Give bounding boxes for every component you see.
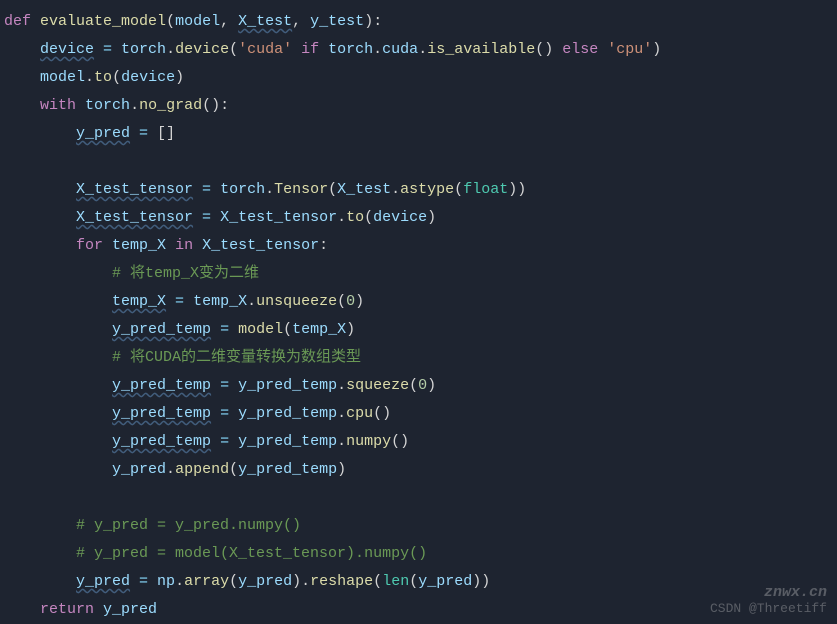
code-line: y_pred.append(y_pred_temp): [4, 456, 833, 484]
comment: # 将temp_X变为二维: [112, 265, 259, 282]
keyword-def: def: [4, 13, 31, 30]
watermark: znwx.cn CSDN @Threetiff: [710, 585, 827, 617]
code-line: def evaluate_model(model, X_test, y_test…: [4, 8, 833, 36]
watermark-author: CSDN @Threetiff: [710, 601, 827, 617]
comment: # 将CUDA的二维变量转换为数组类型: [112, 349, 361, 366]
code-line: y_pred_temp = y_pred_temp.cpu(): [4, 400, 833, 428]
code-line: X_test_tensor = X_test_tensor.to(device): [4, 204, 833, 232]
code-editor[interactable]: def evaluate_model(model, X_test, y_test…: [4, 8, 833, 624]
code-line: with torch.no_grad():: [4, 92, 833, 120]
code-line: temp_X = temp_X.unsqueeze(0): [4, 288, 833, 316]
code-line: [4, 484, 833, 512]
code-line: y_pred_temp = y_pred_temp.squeeze(0): [4, 372, 833, 400]
code-line: y_pred = np.array(y_pred).reshape(len(y_…: [4, 568, 833, 596]
watermark-domain: znwx.cn: [710, 585, 827, 601]
comment: # y_pred = model(X_test_tensor).numpy(): [76, 545, 427, 562]
code-line: for temp_X in X_test_tensor:: [4, 232, 833, 260]
code-line: # y_pred = y_pred.numpy(): [4, 512, 833, 540]
code-line: [4, 148, 833, 176]
code-line: y_pred = []: [4, 120, 833, 148]
code-line: # 将temp_X变为二维: [4, 260, 833, 288]
code-line: X_test_tensor = torch.Tensor(X_test.asty…: [4, 176, 833, 204]
code-line: y_pred_temp = model(temp_X): [4, 316, 833, 344]
code-line: return y_pred: [4, 596, 833, 624]
comment: # y_pred = y_pred.numpy(): [76, 517, 301, 534]
code-line: device = torch.device('cuda' if torch.cu…: [4, 36, 833, 64]
code-line: # y_pred = model(X_test_tensor).numpy(): [4, 540, 833, 568]
code-line: # 将CUDA的二维变量转换为数组类型: [4, 344, 833, 372]
code-line: model.to(device): [4, 64, 833, 92]
function-name: evaluate_model: [40, 13, 166, 30]
code-line: y_pred_temp = y_pred_temp.numpy(): [4, 428, 833, 456]
